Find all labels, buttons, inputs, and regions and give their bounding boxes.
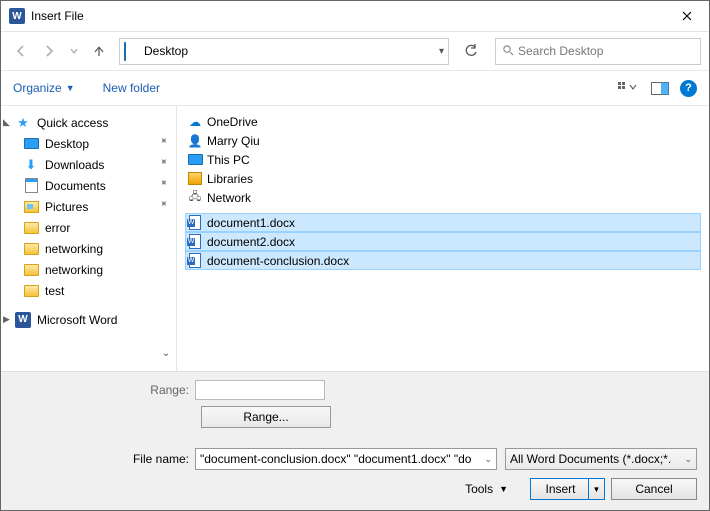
quick-access-icon: ★ bbox=[15, 115, 31, 131]
file-location-thispc[interactable]: This PC bbox=[177, 150, 709, 169]
location-text: Desktop bbox=[144, 44, 439, 58]
location-breadcrumb[interactable]: Desktop ▾ bbox=[119, 38, 449, 65]
insert-split-dropdown[interactable]: ▼ bbox=[588, 479, 604, 499]
sidebar-item-folder[interactable]: test bbox=[1, 280, 176, 301]
chevron-down-icon: ▼ bbox=[66, 83, 75, 93]
sidebar-scroll-down[interactable]: ⌄ bbox=[158, 345, 174, 361]
search-icon bbox=[502, 44, 514, 59]
onedrive-icon: ☁ bbox=[187, 114, 203, 130]
pin-icon: ✦ bbox=[156, 198, 174, 216]
folder-icon bbox=[23, 283, 39, 299]
file-location-libraries[interactable]: Libraries bbox=[177, 169, 709, 188]
sidebar-item-folder[interactable]: networking bbox=[1, 238, 176, 259]
filename-input[interactable]: "document-conclusion.docx" "document1.do… bbox=[195, 448, 497, 470]
file-item[interactable]: document1.docx bbox=[185, 213, 701, 232]
sidebar-item-folder[interactable]: error bbox=[1, 217, 176, 238]
cancel-button[interactable]: Cancel bbox=[611, 478, 697, 500]
chevron-down-icon[interactable]: ▾ bbox=[439, 46, 444, 57]
word-doc-icon bbox=[187, 215, 203, 231]
forward-button[interactable] bbox=[37, 39, 61, 63]
sidebar-item-folder[interactable]: networking bbox=[1, 259, 176, 280]
sidebar-item-downloads[interactable]: ⬇ Downloads ✦ bbox=[1, 154, 176, 175]
close-button[interactable] bbox=[664, 1, 709, 31]
insert-file-dialog: W Insert File Desktop ▾ bbox=[0, 0, 710, 511]
sidebar-item-pictures[interactable]: Pictures ✦ bbox=[1, 196, 176, 217]
back-button[interactable] bbox=[9, 39, 33, 63]
libraries-icon bbox=[187, 171, 203, 187]
new-folder-button[interactable]: New folder bbox=[103, 81, 160, 95]
insert-button[interactable]: Insert ▼ bbox=[530, 478, 605, 500]
chevron-down-icon[interactable]: ⌄ bbox=[684, 454, 692, 465]
expand-caret-icon[interactable]: ▶ bbox=[3, 314, 10, 325]
range-input[interactable] bbox=[195, 380, 325, 400]
recent-locations-button[interactable] bbox=[65, 39, 83, 63]
network-icon: 🖧 bbox=[187, 190, 203, 206]
range-label: Range: bbox=[13, 383, 195, 397]
file-location-network[interactable]: 🖧 Network bbox=[177, 188, 709, 207]
tools-menu[interactable]: Tools ▼ bbox=[465, 482, 508, 496]
file-item[interactable]: document2.docx bbox=[185, 232, 701, 251]
sidebar-item-desktop[interactable]: Desktop ✦ bbox=[1, 133, 176, 154]
filename-label: File name: bbox=[13, 452, 195, 466]
toolbar: Organize▼ New folder ? bbox=[1, 70, 709, 106]
titlebar: W Insert File bbox=[1, 1, 709, 32]
downloads-icon: ⬇ bbox=[23, 157, 39, 173]
nav-sidebar: ◣ ★ Quick access Desktop ✦ ⬇ Downloads ✦… bbox=[1, 106, 176, 371]
help-button[interactable]: ? bbox=[680, 80, 697, 97]
search-input[interactable]: Search Desktop bbox=[495, 38, 701, 65]
file-item[interactable]: document-conclusion.docx bbox=[185, 251, 701, 270]
file-type-select[interactable]: All Word Documents (*.docx;*. ⌄ bbox=[505, 448, 697, 470]
file-location-user[interactable]: 👤 Marry Qiu bbox=[177, 131, 709, 150]
word-icon: W bbox=[15, 312, 31, 328]
pin-icon: ✦ bbox=[156, 135, 174, 153]
sidebar-microsoft-word[interactable]: ▶ W Microsoft Word bbox=[1, 309, 176, 330]
preview-pane-button[interactable] bbox=[648, 79, 672, 97]
window-title: Insert File bbox=[31, 9, 664, 23]
refresh-button[interactable] bbox=[457, 38, 485, 65]
chevron-down-icon: ▼ bbox=[499, 484, 508, 494]
word-doc-icon bbox=[187, 234, 203, 250]
chevron-down-icon[interactable]: ⌄ bbox=[480, 454, 492, 465]
sidebar-item-documents[interactable]: Documents ✦ bbox=[1, 175, 176, 196]
folder-icon bbox=[23, 241, 39, 257]
nav-row: Desktop ▾ Search Desktop bbox=[1, 32, 709, 70]
user-icon: 👤 bbox=[187, 133, 203, 149]
view-options-button[interactable] bbox=[616, 79, 640, 97]
organize-menu[interactable]: Organize▼ bbox=[13, 81, 75, 95]
word-app-icon: W bbox=[9, 8, 25, 24]
search-placeholder: Search Desktop bbox=[518, 44, 603, 58]
folder-icon bbox=[23, 262, 39, 278]
range-button[interactable]: Range... bbox=[201, 406, 331, 428]
desktop-icon bbox=[23, 136, 39, 152]
pin-icon: ✦ bbox=[156, 156, 174, 174]
pin-icon: ✦ bbox=[156, 177, 174, 195]
documents-icon bbox=[23, 178, 39, 194]
sidebar-quick-access[interactable]: ◣ ★ Quick access bbox=[1, 112, 176, 133]
dialog-body: ◣ ★ Quick access Desktop ✦ ⬇ Downloads ✦… bbox=[1, 106, 709, 371]
expand-caret-icon[interactable]: ◣ bbox=[3, 117, 10, 128]
file-location-onedrive[interactable]: ☁ OneDrive bbox=[177, 112, 709, 131]
pictures-icon bbox=[23, 199, 39, 215]
folder-icon bbox=[23, 220, 39, 236]
up-button[interactable] bbox=[87, 39, 111, 63]
desktop-icon bbox=[124, 43, 140, 59]
word-doc-icon bbox=[187, 253, 203, 269]
this-pc-icon bbox=[187, 152, 203, 168]
bottom-panel: Range: Range... File name: "document-con… bbox=[1, 371, 709, 510]
file-list[interactable]: ☁ OneDrive 👤 Marry Qiu This PC Libraries… bbox=[177, 106, 709, 371]
